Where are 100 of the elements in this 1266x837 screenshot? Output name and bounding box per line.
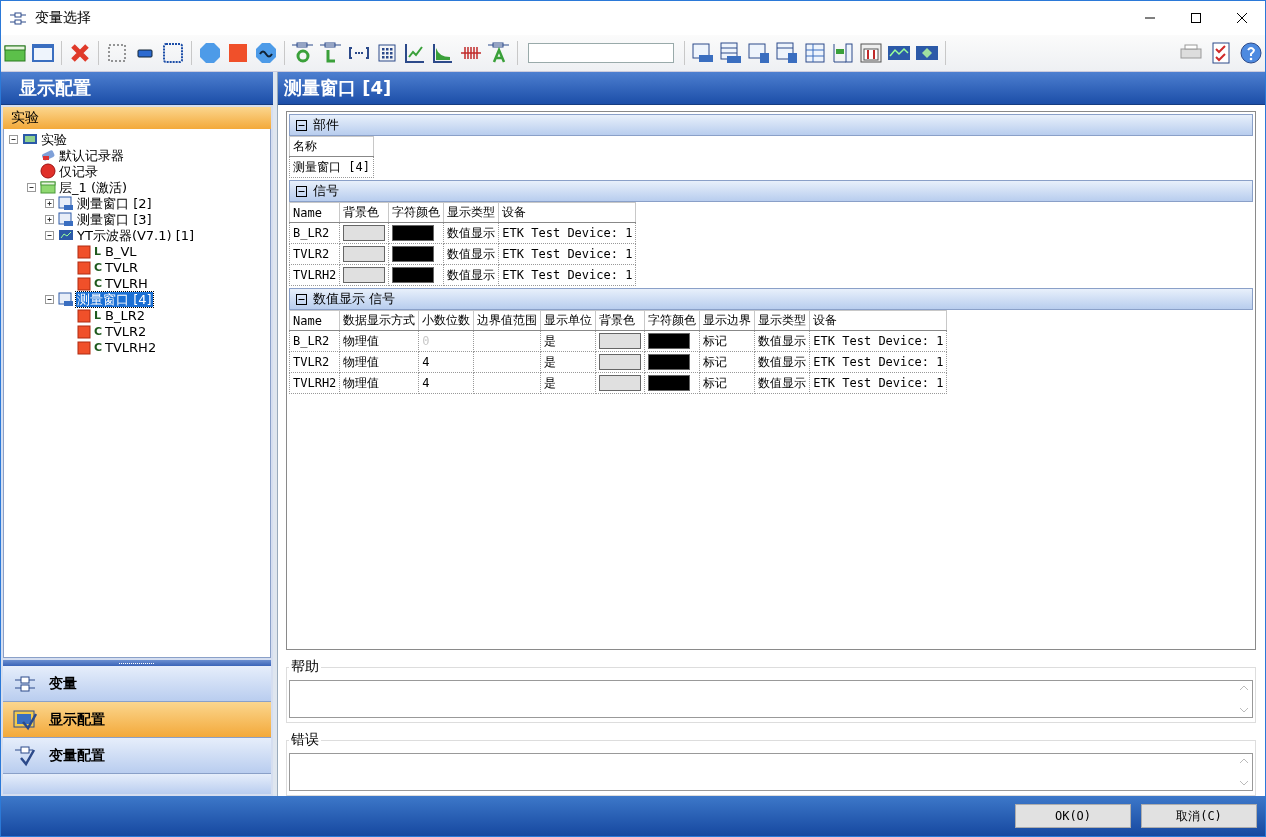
section-header[interactable]: 数值显示 信号 [289, 288, 1253, 310]
window-icon[interactable] [31, 41, 55, 65]
column-header: 背景色 [339, 202, 389, 223]
tree-item[interactable]: 默认记录器 [58, 147, 125, 163]
table-cell: TVLRH2 [289, 264, 340, 286]
table-cell: ETK Test Device: 1 [498, 264, 636, 286]
tree-item[interactable]: 测量窗口 [2] [76, 195, 153, 211]
grid-icon[interactable] [375, 41, 399, 65]
window-icon [58, 291, 74, 307]
monitor-icon [22, 131, 38, 147]
color-swatch[interactable] [599, 333, 642, 349]
color-swatch[interactable] [343, 225, 386, 241]
section-header[interactable]: 信号 [289, 180, 1253, 202]
tree-item[interactable]: YT示波器(V7.1) [1] [76, 227, 196, 243]
table-cell: 4 [418, 372, 474, 394]
tree-item[interactable]: 测量窗口 [3] [76, 211, 153, 227]
panel-title: 显示配置 [1, 72, 273, 105]
connector-icon[interactable] [487, 41, 511, 65]
table-cell: ETK Test Device: 1 [809, 330, 947, 352]
tree-item[interactable]: TVLRH [104, 275, 149, 291]
signal-icon [76, 243, 92, 259]
column-header: 边界值范围 [473, 310, 541, 331]
collapse-icon [26, 181, 37, 193]
list-window-icon[interactable] [719, 41, 743, 65]
chart-table-icon[interactable] [831, 41, 855, 65]
signal-type-letter: L [94, 244, 102, 258]
color-swatch[interactable] [599, 354, 642, 370]
table-cell: 物理值 [339, 351, 419, 373]
splitter-handle[interactable] [3, 660, 271, 666]
dotted-frame-icon[interactable] [161, 41, 185, 65]
dialog-button[interactable]: OK(O) [1015, 804, 1131, 828]
expand-icon [44, 213, 55, 225]
color-swatch[interactable] [392, 267, 435, 283]
section-header[interactable]: 部件 [289, 114, 1253, 136]
wave-icon[interactable] [254, 41, 278, 65]
tree-item[interactable]: 实验 [40, 131, 68, 147]
area-chart-icon[interactable] [431, 41, 455, 65]
signal-type-letter: C [94, 276, 102, 290]
tree-item[interactable]: 层_1 (激活) [58, 179, 129, 195]
section-header: 实验 [3, 107, 271, 129]
tree-item[interactable]: B_VL [104, 243, 138, 259]
table-cell: TVLR2 [289, 243, 340, 265]
help-icon[interactable] [1239, 41, 1263, 65]
signal-type-letter: C [94, 260, 102, 274]
signal-icon [76, 307, 92, 323]
color-swatch[interactable] [648, 333, 691, 349]
folder-icon [40, 179, 56, 195]
signal-icon [76, 275, 92, 291]
close-icon [1237, 13, 1247, 23]
color-swatch[interactable] [648, 375, 691, 391]
scroll-up-icon [1239, 684, 1249, 692]
config-check-icon [13, 743, 37, 768]
color-swatch[interactable] [392, 246, 435, 262]
tree-item[interactable]: B_LR2 [104, 307, 146, 323]
window-icon [58, 195, 74, 211]
checklist-icon[interactable] [1209, 41, 1233, 65]
color-swatch[interactable] [343, 267, 386, 283]
column-header: 字符颜色 [644, 310, 700, 331]
color-swatch[interactable] [343, 246, 386, 262]
group-label: 错误 [290, 731, 320, 749]
expand-icon [44, 197, 55, 209]
signal-type-letter: L [94, 308, 102, 322]
dialog-button[interactable]: 取消(C) [1141, 804, 1257, 828]
error-text-area[interactable] [289, 753, 1253, 791]
signal-icon [76, 323, 92, 339]
scroll-up-icon [1239, 757, 1249, 765]
table-icon[interactable] [803, 41, 827, 65]
tree-item[interactable]: TVLRH2 [104, 339, 158, 355]
tree-item[interactable]: 测量窗口 [4] [76, 291, 153, 307]
table-cell: 是 [540, 330, 596, 352]
collapse-icon [296, 293, 307, 305]
search-field[interactable] [528, 43, 674, 63]
connector-icon[interactable] [319, 41, 343, 65]
help-text-area[interactable] [289, 680, 1253, 718]
window-icon[interactable] [691, 41, 715, 65]
list-window-icon[interactable] [775, 41, 799, 65]
table-cell: TVLR2 [289, 351, 340, 373]
color-swatch[interactable] [648, 354, 691, 370]
table-cell: 标记 [699, 351, 755, 373]
octagon-icon[interactable] [198, 41, 222, 65]
table-cell: 数值显示 [443, 264, 499, 286]
connector-icon[interactable] [291, 41, 315, 65]
table-cell: 数值显示 [754, 351, 810, 373]
tree-item[interactable]: TVLR2 [104, 323, 148, 339]
column-header: 名称 [289, 136, 374, 157]
color-swatch[interactable] [599, 375, 642, 391]
table-cell: TVLRH2 [289, 372, 340, 394]
nav-item[interactable]: 变量 [3, 666, 271, 702]
column-header: 设备 [809, 310, 947, 331]
color-swatch[interactable] [392, 225, 435, 241]
gauge-panel-icon[interactable] [859, 41, 883, 65]
table-cell: ETK Test Device: 1 [809, 372, 947, 394]
nav-item[interactable]: 显示配置 [3, 702, 271, 738]
tree-item[interactable]: 仅记录 [58, 163, 99, 179]
nav-item[interactable]: 变量配置 [3, 738, 271, 774]
window-icon[interactable] [747, 41, 771, 65]
collapse-icon [296, 185, 307, 197]
column-header: Name [289, 202, 340, 223]
line-chart-icon[interactable] [403, 41, 427, 65]
tree-item[interactable]: TVLR [104, 259, 140, 275]
